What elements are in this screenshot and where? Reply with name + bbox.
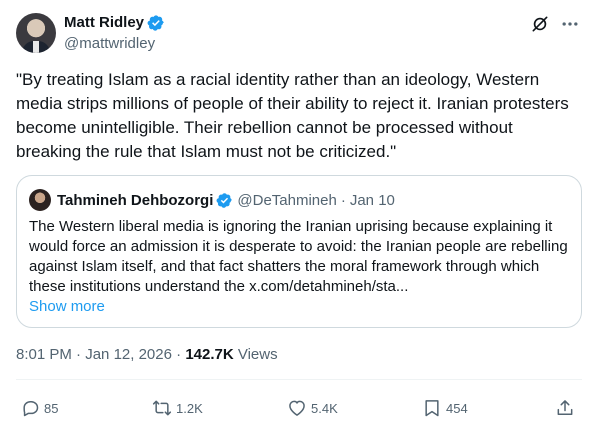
share-button[interactable] [555,396,579,420]
separator-dot: · [176,346,182,363]
repost-icon [152,400,172,416]
author-name-row: Matt Ridley [64,14,165,32]
share-icon [557,400,573,415]
bookmark-icon [425,400,439,417]
reply-button[interactable]: 85 [20,396,58,420]
tweet-text: "By treating Islam as a racial identity … [16,70,574,161]
verified-badge-icon[interactable] [147,14,165,32]
action-bar: 85 1.2K 5.4K 454 [16,396,582,420]
more-icon[interactable] [560,14,580,34]
author-name[interactable]: Matt Ridley [64,14,144,32]
separator-dot: · [76,346,82,363]
quoted-author-handle: @DeTahmineh [237,191,337,209]
author-handle[interactable]: @mattwridley [64,35,155,53]
tweet-date[interactable]: Jan 12, 2026 [85,346,172,363]
divider [16,379,582,380]
views-count: 142.7K [185,346,234,363]
tweet-time[interactable]: 8:01 PM [16,346,72,363]
quoted-date: Jan 10 [349,191,395,209]
quoted-author-name: Tahmineh Dehbozorgi [57,191,214,209]
like-icon [289,400,305,416]
grok-icon[interactable] [530,14,550,34]
quoted-tweet-header: Tahmineh Dehbozorgi @DeTahmineh · Jan 10 [29,189,395,211]
views-label: Views [237,346,278,363]
show-more-link[interactable]: Show more [29,297,105,317]
bookmark-count: 454 [446,400,468,416]
separator-dot: · [340,191,346,209]
reply-icon [23,401,39,417]
bookmark-button[interactable]: 454 [422,396,468,420]
quoted-tweet[interactable]: Tahmineh Dehbozorgi @DeTahmineh · Jan 10… [16,175,582,328]
like-button[interactable]: 5.4K [287,396,338,420]
quoted-avatar [29,189,51,211]
repost-button[interactable]: 1.2K [152,396,203,420]
reply-count: 85 [44,400,59,416]
like-count: 5.4K [311,400,338,416]
tweet-meta: 8:01 PM · Jan 12, 2026 · 142.7K Views [16,345,278,365]
repost-count: 1.2K [176,400,203,416]
verified-badge-icon [216,192,233,208]
tweet-header: Matt Ridley @mattwridley [16,12,582,54]
avatar[interactable] [16,13,56,53]
quoted-tweet-text: The Western liberal media is ignoring th… [29,218,568,295]
